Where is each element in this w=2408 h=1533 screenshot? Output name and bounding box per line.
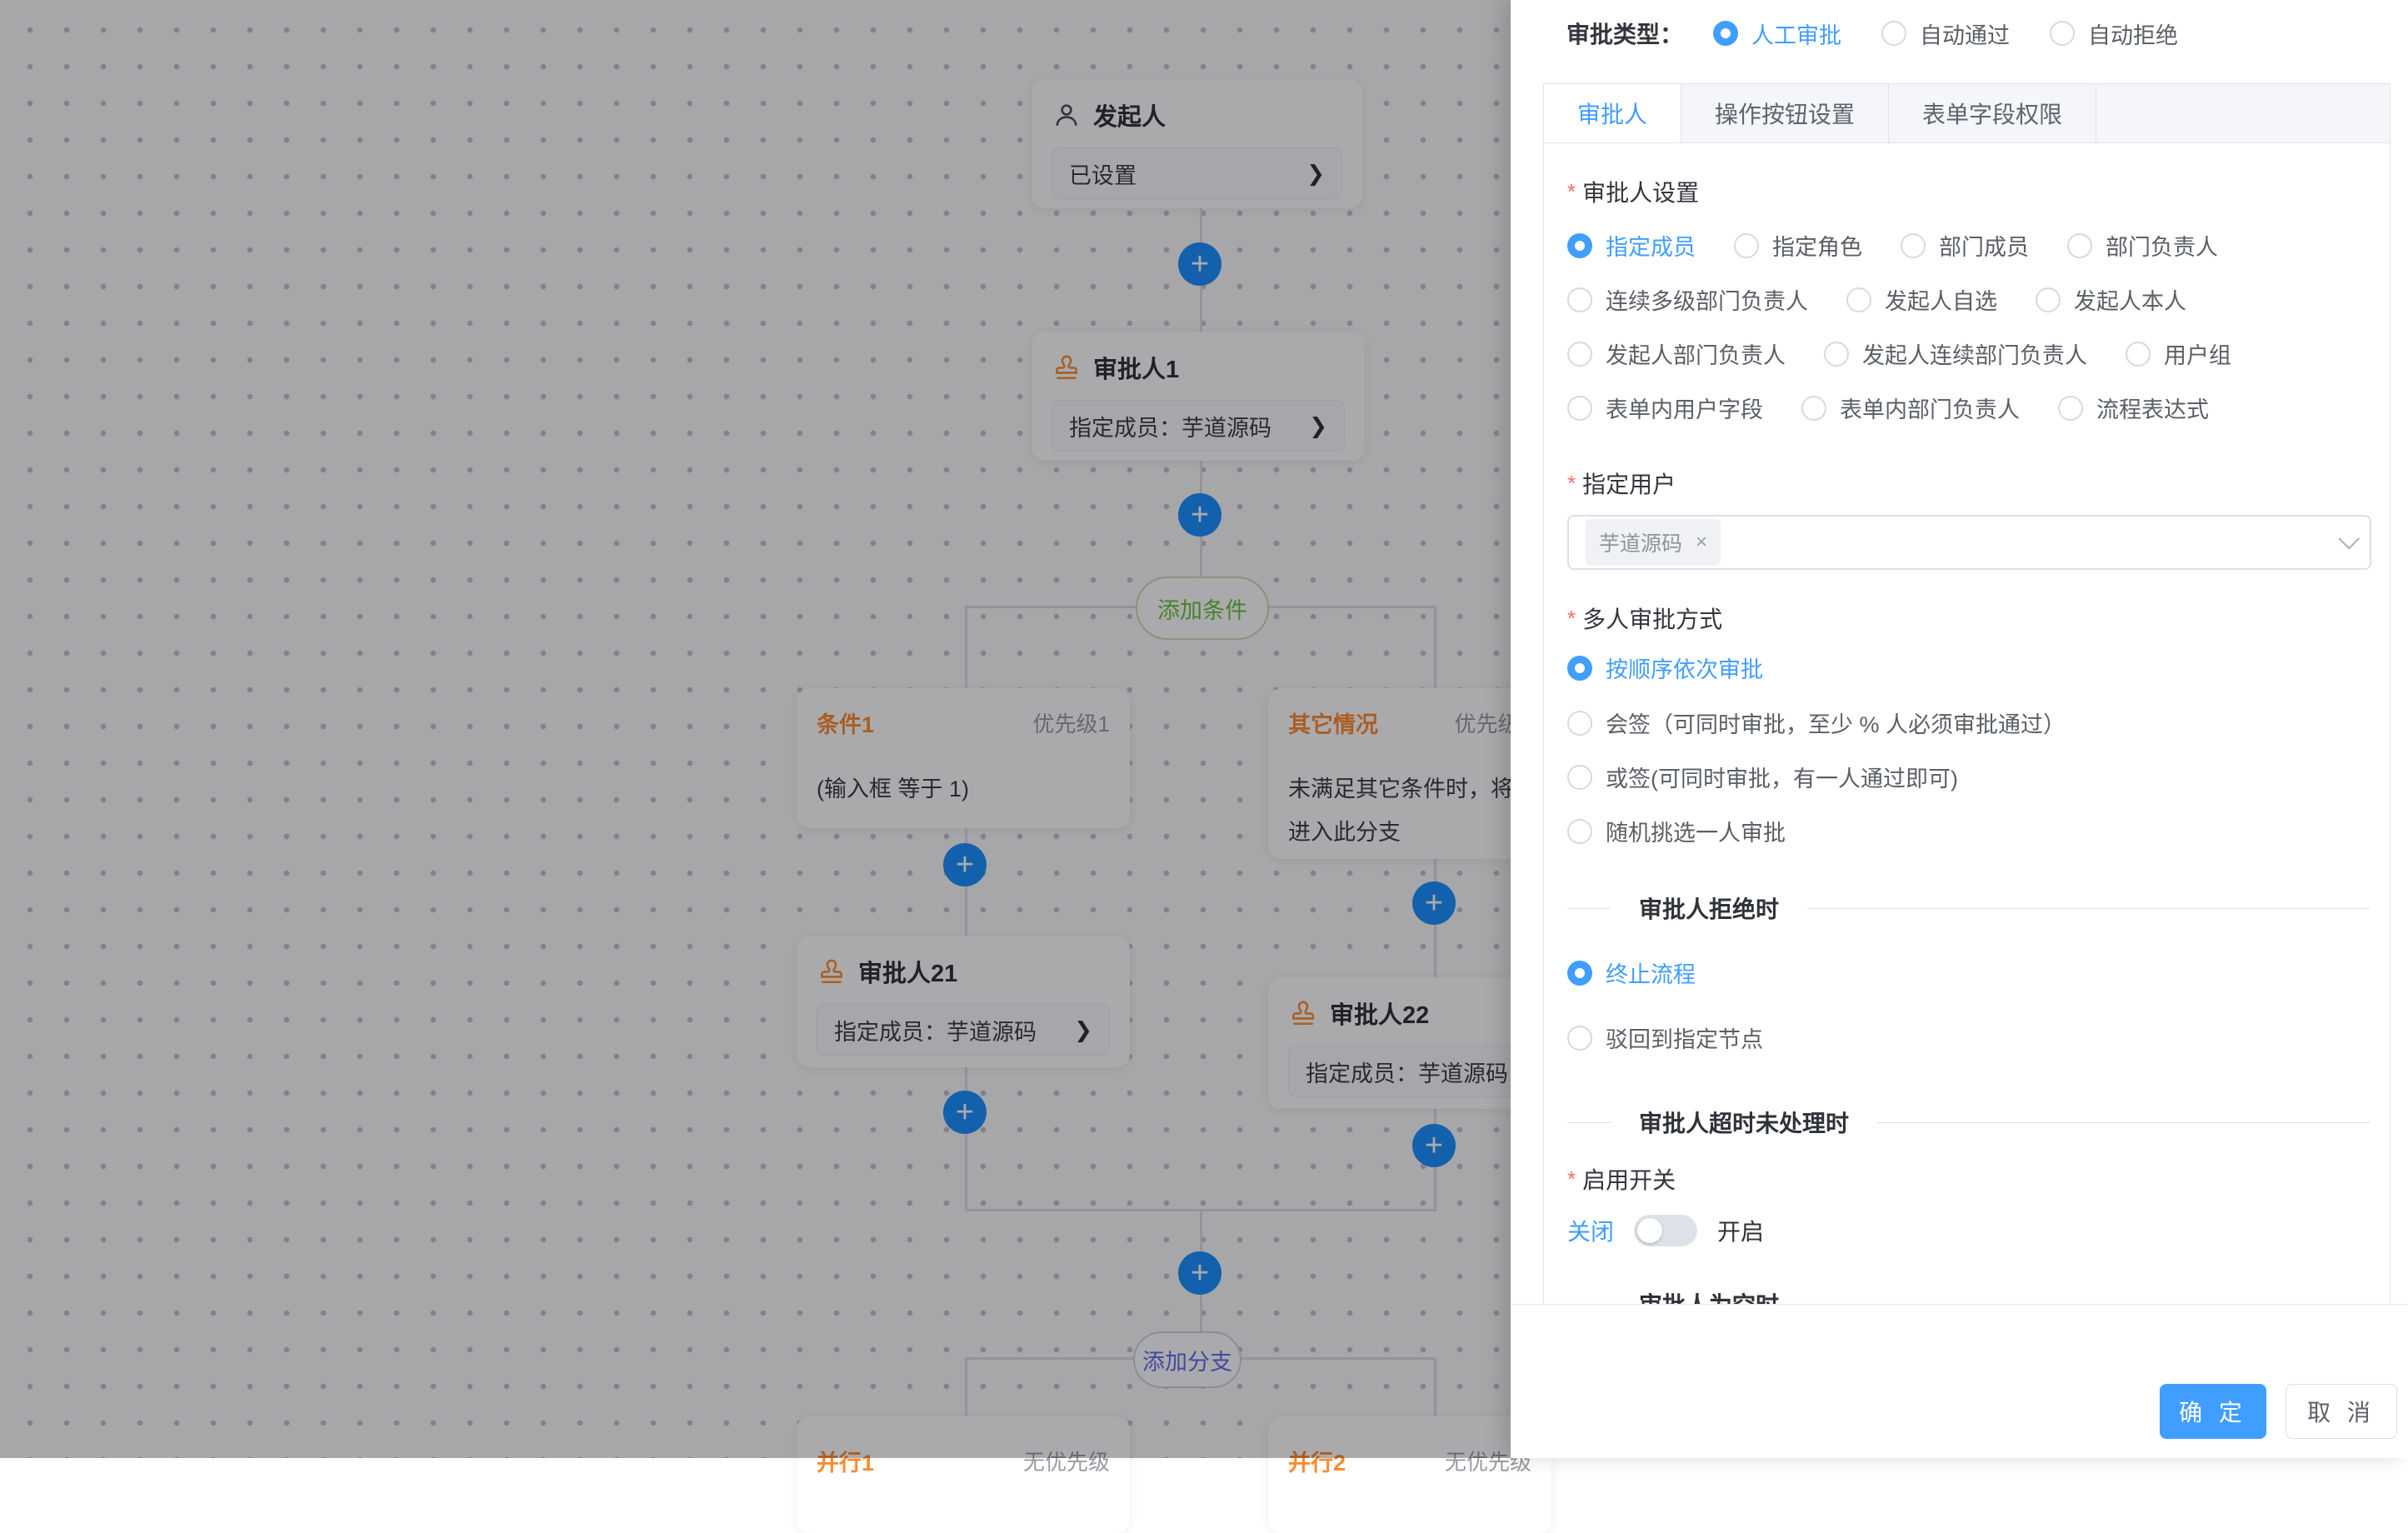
approver-setting-row3: 发起人部门负责人 发起人连续部门负责人 用户组 [1567,337,2231,370]
multi-approve-label: * 多人审批方式 [1567,602,1722,635]
radio-multi-level-dept-leader[interactable]: 连续多级部门负责人 [1567,283,1808,316]
radio-random-one[interactable]: 随机挑选一人审批 [1567,815,1786,847]
confirm-button[interactable]: 确 定 [2160,1384,2266,1439]
radio-icon [1824,342,1849,367]
approver-setting-row1: 指定成员 指定角色 部门成员 部门负责人 [1567,229,2218,262]
radio-icon [1567,1026,1592,1051]
radio-auto-reject[interactable]: 自动拒绝 [2050,17,2178,50]
radio-icon [1567,711,1592,736]
approver-setting-label: * 审批人设置 [1567,175,1699,208]
timeout-divider: 审批人超时未处理时 [1567,1106,2370,1139]
approver-setting-row2: 连续多级部门负责人 发起人自选 发起人本人 [1567,283,2186,316]
radio-icon [2050,21,2075,46]
radio-dept-leader[interactable]: 部门负责人 [2067,229,2218,262]
radio-icon [1846,287,1871,312]
radio-assign-role[interactable]: 指定角色 [1734,229,1862,262]
assigned-user-select[interactable]: 芋道源码 × [1567,515,2371,570]
radio-initiator-dept-leader[interactable]: 发起人部门负责人 [1567,337,1786,370]
radio-icon [1567,961,1592,986]
footer-divider [1511,1304,2408,1305]
switch-on-label: 开启 [1717,1214,1764,1247]
radio-sequential-approve[interactable]: 按顺序依次审批 [1567,652,1763,684]
radio-terminate-flow[interactable]: 终止流程 [1567,956,1696,989]
remove-tag-icon[interactable]: × [1696,531,1707,554]
config-tabbar: 审批人 操作按钮设置 表单字段权限 [1543,83,2391,143]
approval-type-label: 审批类型： [1566,17,1683,50]
reject-divider: 审批人拒绝时 [1567,891,2370,925]
cancel-button[interactable]: 取 消 [2286,1384,2397,1439]
radio-icon [1901,233,1926,258]
radio-icon [1881,21,1906,46]
radio-icon [1713,21,1738,46]
radio-icon [1567,287,1592,312]
radio-icon [1567,233,1592,258]
radio-orsign[interactable]: 或签(可同时审批，有一人通过即可) [1567,761,1958,793]
radio-flow-expression[interactable]: 流程表达式 [2058,392,2209,424]
node-config-drawer: 审批类型： 人工审批 自动通过 自动拒绝 审批人 操作按钮设置 表单字段权限 *… [1511,0,2408,1458]
radio-form-dept-leader[interactable]: 表单内部门负责人 [1801,392,2020,424]
approver-setting-row4: 表单内用户字段 表单内部门负责人 流程表达式 [1567,392,2209,424]
radio-icon [1801,396,1826,421]
radio-icon [1567,656,1592,681]
radio-icon [1567,342,1592,367]
radio-form-user-field[interactable]: 表单内用户字段 [1567,392,1763,424]
radio-initiator-multi-dept-leader[interactable]: 发起人连续部门负责人 [1824,337,2087,370]
switch-off-label: 关闭 [1567,1214,1614,1247]
toggle-knob [1637,1218,1662,1243]
radio-initiator-choose[interactable]: 发起人自选 [1846,283,1997,316]
radio-return-to-node[interactable]: 驳回到指定节点 [1567,1021,1763,1054]
tab-approver[interactable]: 审批人 [1544,84,1681,142]
tab-button-settings[interactable]: 操作按钮设置 [1681,84,1889,142]
approval-type-group: 审批类型： 人工审批 自动通过 自动拒绝 [1566,17,2178,50]
radio-user-group[interactable]: 用户组 [2126,337,2231,370]
radio-icon [2126,342,2151,367]
assigned-user-label: * 指定用户 [1567,467,1676,500]
chevron-down-icon [2339,528,2360,549]
config-scroll-pane[interactable]: * 审批人设置 指定成员 指定角色 部门成员 部门负责人 连续多级部门负责人 发… [1543,143,2391,1304]
user-tag: 芋道源码 × [1586,519,1721,566]
radio-icon [1567,819,1592,844]
radio-countersign[interactable]: 会签（可同时审批，至少 % 人必须审批通过） [1567,707,2066,739]
radio-auto-pass[interactable]: 自动通过 [1881,17,2010,50]
radio-dept-member[interactable]: 部门成员 [1901,229,2029,262]
enable-switch-label: * 启用开关 [1567,1162,1676,1196]
empty-approver-divider: 审批人为空时 [1567,1287,2370,1304]
radio-icon [1567,765,1592,790]
radio-icon [2036,287,2061,312]
radio-assign-member[interactable]: 指定成员 [1567,229,1696,262]
radio-icon [1567,396,1592,421]
radio-manual-approve[interactable]: 人工审批 [1713,17,1841,50]
tab-form-field-permission[interactable]: 表单字段权限 [1889,84,2096,142]
timeout-switch-row: 关闭 开启 [1567,1214,1764,1247]
radio-icon [2067,233,2092,258]
radio-icon [1734,233,1759,258]
radio-icon [2058,396,2083,421]
enable-toggle[interactable] [1634,1215,1697,1246]
radio-initiator-self[interactable]: 发起人本人 [2036,283,2186,316]
